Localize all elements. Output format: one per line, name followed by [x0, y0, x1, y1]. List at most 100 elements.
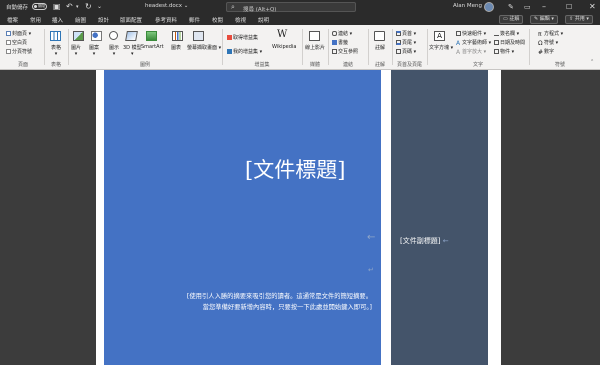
icons-button[interactable]: 圖示 ▾: [109, 44, 119, 57]
document-title[interactable]: headest.docx ⌄: [145, 3, 188, 9]
redo-icon[interactable]: ↻: [85, 2, 92, 12]
pen-icon[interactable]: ✎: [508, 2, 514, 12]
my-addins-button[interactable]: 我的增益集 ▾: [227, 48, 262, 55]
page-number-icon: [396, 49, 401, 54]
cover-blue-panel: [104, 70, 381, 365]
abstract-line: [使用引人入勝的摘要來吸引您的讀者。這通常是文件的簡短摘要。: [186, 293, 372, 300]
drop-cap-icon: A: [456, 49, 461, 56]
group-label-addins: 增益集: [254, 62, 270, 68]
tab-layout[interactable]: 版面配置: [120, 16, 142, 24]
table-button[interactable]: 表格 ▾: [45, 44, 67, 57]
group-tables: 表格 ▾ 表格: [45, 27, 67, 68]
tab-design[interactable]: 設計: [98, 16, 109, 24]
new-comment-button[interactable]: 註解: [369, 44, 391, 51]
pictures-button[interactable]: 圖片 ▾: [71, 44, 81, 57]
tab-review[interactable]: 校閱: [212, 16, 223, 24]
cover-page-button[interactable]: 封面頁 ▾: [6, 30, 31, 37]
anchor-arrow-icon: ←: [367, 232, 376, 243]
close-icon[interactable]: ✕: [589, 2, 596, 12]
group-label-symbols: 符號: [554, 62, 565, 68]
header-button[interactable]: 頁首 ▾: [396, 30, 416, 37]
document-title-placeholder[interactable]: [文件標題]: [245, 154, 345, 184]
wikipedia-icon: W: [277, 29, 288, 40]
ribbon: 封面頁 ▾ 空白頁 分頁符號 頁面 表格 ▾ 表格 圖片 ▾ 圖案 ▾ 圖示 ▾ 3D …: [0, 25, 600, 70]
minimize-icon[interactable]: –: [542, 2, 546, 12]
tab-view[interactable]: 檢視: [235, 16, 246, 24]
shapes-button[interactable]: 圖案 ▾: [89, 44, 99, 57]
comments-button[interactable]: ▭ 註解: [499, 15, 524, 24]
customize-toolbar-icon[interactable]: ⌄: [97, 2, 102, 12]
get-addins-button[interactable]: 取得增益集: [227, 34, 258, 41]
number-button[interactable]: #數字: [538, 48, 554, 56]
omega-icon: Ω: [538, 40, 543, 47]
group-header-footer: 頁首 ▾ 頁尾 ▾ 頁碼 ▾ 頁首及頁尾: [393, 27, 426, 68]
abstract-line: 當您準備好要新增內容時，只要按一下此處並開始鍵入即可。]: [202, 304, 372, 311]
ribbon-tabs: 檔案 常用 插入 繪圖 設計 版面配置 參考資料 郵件 校閱 檢視 說明 ▭ 註…: [0, 14, 600, 26]
footer-button[interactable]: 頁尾 ▾: [396, 39, 416, 46]
group-label-links: 連結: [342, 62, 353, 68]
autosave-toggle[interactable]: 關閉: [32, 3, 47, 10]
share-button[interactable]: ⇪ 共用 ▾: [565, 15, 593, 24]
cover-side-panel: [391, 70, 488, 365]
quick-parts-button[interactable]: 快速組件 ▾: [456, 30, 486, 37]
undo-dropdown-icon[interactable]: ▾: [76, 2, 79, 12]
bookmark-button[interactable]: 書籤: [332, 39, 348, 46]
group-label-header-footer: 頁首及頁尾: [396, 62, 422, 68]
symbol-button[interactable]: Ω符號 ▾: [538, 39, 558, 47]
blank-page-button[interactable]: 空白頁: [6, 39, 27, 46]
page-number-button[interactable]: 頁碼 ▾: [396, 48, 416, 55]
tab-file[interactable]: 檔案: [7, 16, 18, 24]
tab-home[interactable]: 常用: [30, 16, 41, 24]
date-time-button[interactable]: 日期及時間: [494, 39, 525, 46]
group-label-pages: 頁面: [17, 62, 28, 68]
smartart-icon: [146, 31, 157, 41]
document-canvas: [0, 70, 600, 365]
ribbon-display-icon[interactable]: ▭: [524, 2, 531, 12]
undo-icon[interactable]: ↶: [66, 2, 73, 12]
group-text: A 文字方塊 ▾ 快速組件 ▾ A 文字藝術師 ▾ A 首字放大 ▾ 簽名欄 ▾ 日…: [428, 27, 528, 68]
group-pages: 封面頁 ▾ 空白頁 分頁符號 頁面: [4, 27, 42, 68]
drop-cap-button[interactable]: A 首字放大 ▾: [456, 48, 486, 56]
online-video-button[interactable]: 線上影片: [303, 44, 327, 51]
chart-button[interactable]: 圖表: [171, 44, 181, 51]
search-box[interactable]: ⌕ 搜尋 (Alt+Q): [226, 2, 356, 13]
smartart-button[interactable]: SmartArt: [141, 44, 164, 50]
tab-help[interactable]: 說明: [258, 16, 269, 24]
3d-models-button[interactable]: 3D 模型 ▾: [123, 44, 142, 57]
group-label-tables: 表格: [50, 62, 61, 68]
editing-button[interactable]: ✎ 編輯 ▾: [530, 15, 558, 24]
equation-button[interactable]: π 方程式 ▾: [538, 30, 563, 38]
document-subtitle-placeholder[interactable]: [文件副標題] ←: [400, 236, 449, 246]
page-break-button[interactable]: 分頁符號: [6, 48, 32, 55]
blank-page-icon: [6, 40, 11, 45]
collapse-ribbon-icon[interactable]: ⌃: [590, 59, 594, 65]
abstract-placeholder[interactable]: [使用引人入勝的摘要來吸引您的讀者。這通常是文件的簡短摘要。 當您準備好要新增內…: [150, 291, 372, 313]
signature-icon: [494, 31, 499, 36]
screenshot-icon: [193, 31, 204, 41]
cross-reference-button[interactable]: 交互參照: [332, 48, 358, 55]
save-icon[interactable]: ▣: [53, 2, 61, 12]
group-illustrations: 圖片 ▾ 圖案 ▾ 圖示 ▾ 3D 模型 ▾ SmartArt 圖表 螢幕擷取畫面 ▾ …: [69, 27, 221, 68]
maximize-icon[interactable]: ☐: [566, 2, 572, 12]
wordart-icon: A: [456, 40, 461, 47]
tab-insert[interactable]: 插入: [52, 16, 64, 26]
tab-draw[interactable]: 繪圖: [75, 16, 86, 24]
tab-mailings[interactable]: 郵件: [189, 16, 200, 24]
addins-icon: [227, 49, 232, 54]
wordart-button[interactable]: A 文字藝術師 ▾: [456, 39, 491, 47]
footer-icon: [396, 40, 401, 45]
wikipedia-button[interactable]: Wikipedia: [272, 44, 296, 50]
object-button[interactable]: 物件 ▾: [494, 48, 514, 55]
text-box-button[interactable]: 文字方塊 ▾: [429, 44, 453, 51]
group-label-media: 媒體: [309, 62, 320, 68]
quick-parts-icon: [456, 31, 461, 36]
title-bar: 自動儲存 關閉 ▣ ↶ ▾ ↻ ⌄ headest.docx ⌄ ⌕ 搜尋 (A…: [0, 0, 600, 14]
group-media: 線上影片 媒體: [303, 27, 327, 68]
group-comments: 註解 註解: [369, 27, 391, 68]
signature-line-button[interactable]: 簽名欄 ▾: [494, 30, 519, 37]
screenshot-button[interactable]: 螢幕擷取畫面 ▾: [187, 44, 221, 51]
avatar[interactable]: [484, 2, 494, 12]
tab-references[interactable]: 參考資料: [155, 16, 177, 24]
table-icon: [50, 31, 61, 41]
link-button[interactable]: 連結 ▾: [332, 30, 352, 37]
